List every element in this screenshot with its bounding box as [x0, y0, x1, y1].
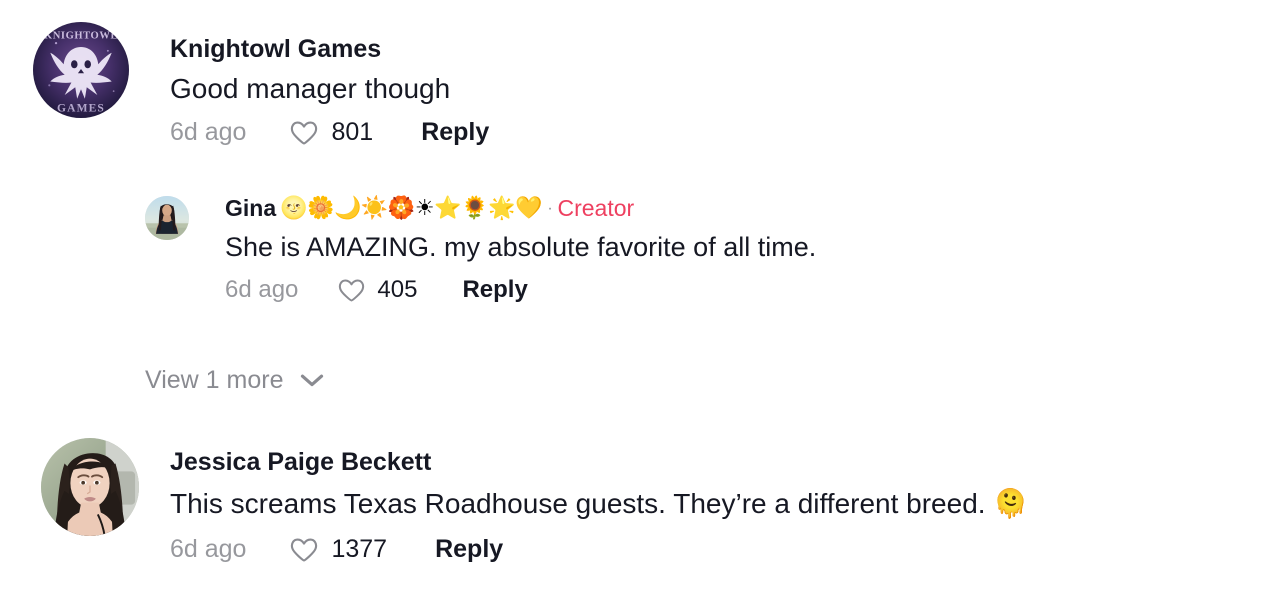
gina-avatar[interactable] [145, 196, 189, 240]
comment-text: She is AMAZING. my absolute favorite of … [225, 232, 817, 262]
knightowl-games-avatar[interactable]: KNIGHTOWL GAMES [33, 22, 129, 118]
comment-body: Jessica Paige Beckett This screams Texas… [170, 448, 1028, 564]
svg-text:GAMES: GAMES [57, 102, 105, 114]
comment-meta-row: 6d ago 405 Reply [225, 276, 816, 304]
reply-button[interactable]: Reply [435, 535, 503, 564]
comment-author-name[interactable]: Knightowl Games [170, 35, 381, 64]
like-count: 405 [377, 276, 418, 303]
like-button[interactable]: 1377 [290, 535, 387, 564]
comment-meta-row: 6d ago 801 Reply [170, 118, 489, 147]
comment-body: Gina 🌝🌼🌙☀️🏵️☀⭐🌻🌟💛 · Creator She is AMAZI… [225, 195, 816, 304]
comment-item: Jessica Paige Beckett This screams Texas… [41, 438, 1028, 564]
comment-author-row: Gina 🌝🌼🌙☀️🏵️☀⭐🌻🌟💛 · Creator [225, 195, 816, 222]
comment-timestamp: 6d ago [170, 535, 247, 563]
heart-outline-icon[interactable] [290, 537, 318, 563]
comment-text-emoji: 🫠 [993, 487, 1029, 520]
comment-body: Knightowl Games Good manager though 6d a… [170, 35, 489, 147]
comment-reply-item: Gina 🌝🌼🌙☀️🏵️☀⭐🌻🌟💛 · Creator She is AMAZI… [145, 195, 816, 304]
comment-timestamp: 6d ago [170, 118, 247, 146]
view-more-label: View 1 more [145, 366, 284, 394]
comment-text: This screams Texas Roadhouse guests. The… [170, 487, 1028, 520]
comment-item: KNIGHTOWL GAMES Knightowl Games Good man… [33, 22, 489, 147]
chevron-down-icon[interactable] [300, 373, 324, 388]
comment-text-body: This screams Texas Roadhouse guests. The… [170, 488, 994, 519]
comment-meta-row: 6d ago 1377 Reply [170, 535, 1028, 564]
creator-badge: Creator [557, 195, 635, 221]
comment-timestamp: 6d ago [225, 276, 299, 303]
svg-text:KNIGHTOWL: KNIGHTOWL [44, 30, 118, 41]
comment-text: Good manager though [170, 73, 451, 104]
like-count: 1377 [331, 535, 388, 563]
heart-outline-icon[interactable] [290, 120, 318, 146]
comment-author-row: Jessica Paige Beckett [170, 448, 1028, 477]
comment-author-row: Knightowl Games [170, 35, 489, 64]
like-button[interactable]: 405 [338, 276, 417, 304]
comments-feed: KNIGHTOWL GAMES Knightowl Games Good man… [0, 0, 1274, 602]
comment-author-name[interactable]: Gina [225, 195, 276, 222]
jessica-paige-beckett-avatar[interactable] [41, 438, 139, 536]
badge-separator: · [547, 199, 553, 217]
reply-button[interactable]: Reply [462, 276, 527, 304]
comment-author-name[interactable]: Jessica Paige Beckett [170, 448, 431, 477]
like-count: 801 [331, 118, 374, 146]
view-more-replies-button[interactable]: View 1 more [145, 366, 324, 395]
like-button[interactable]: 801 [290, 118, 373, 147]
author-name-emoji: 🌝🌼🌙☀️🏵️☀⭐🌻🌟💛 [280, 196, 542, 221]
reply-button[interactable]: Reply [421, 118, 489, 147]
heart-outline-icon[interactable] [338, 278, 365, 303]
